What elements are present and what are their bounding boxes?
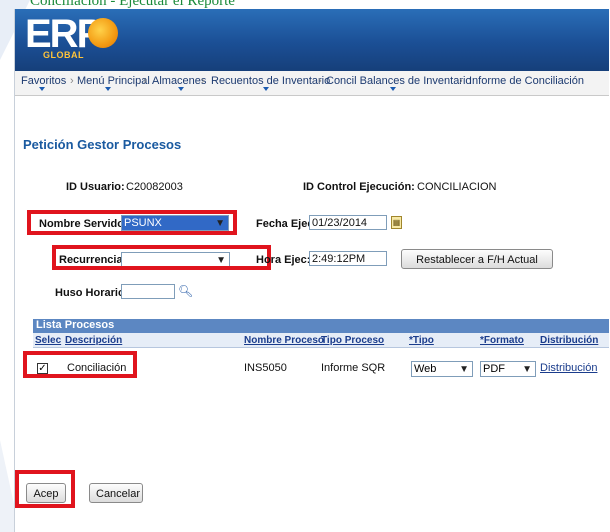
run-date-input[interactable]: 01/23/2014 <box>309 215 387 230</box>
header-banner: ERP GLOBAL <box>15 9 609 71</box>
user-id-value: C20082003 <box>126 181 183 193</box>
col-descripcion[interactable]: Descripción <box>65 335 122 346</box>
highlight-box <box>52 245 271 270</box>
app-window: ERP GLOBAL Favoritos › Menú Principal › … <box>14 9 609 532</box>
process-name: INS5050 <box>244 362 287 374</box>
nav-menu-principal[interactable]: Menú Principal <box>77 75 150 87</box>
globe-icon <box>88 18 118 48</box>
highlight-box <box>15 470 75 508</box>
chevron-down-icon[interactable] <box>178 87 184 91</box>
col-tipo-proceso[interactable]: Tipo Proceso <box>321 335 384 346</box>
highlight-box <box>27 210 237 235</box>
run-control-label: ID Control Ejecución: <box>303 181 415 193</box>
chevron-down-icon[interactable] <box>105 87 111 91</box>
distribution-link[interactable]: Distribución <box>540 362 597 374</box>
run-date-label: Fecha Ejec: <box>256 218 318 230</box>
breadcrumb-nav: Favoritos › Menú Principal › Almacenes ›… <box>15 71 609 96</box>
nav-favoritos[interactable]: Favoritos <box>21 75 66 87</box>
chevron-down-icon[interactable] <box>263 87 269 91</box>
timezone-label: Huso Horario: <box>55 287 129 299</box>
logo-subtitle: GLOBAL <box>43 50 84 60</box>
search-icon[interactable]: 🔍︎ <box>178 284 193 298</box>
run-control-value: CONCILIACION <box>417 181 497 193</box>
nav-separator: › <box>459 75 463 87</box>
nav-informe[interactable]: Informe de Conciliación <box>469 75 584 87</box>
calendar-icon[interactable]: ▦ <box>391 216 402 229</box>
reset-datetime-button[interactable]: Restablecer a F/H Actual <box>401 249 553 269</box>
nav-separator: › <box>143 75 147 87</box>
col-selec[interactable]: Selec <box>35 335 61 346</box>
col-tipo[interactable]: *Tipo <box>409 335 434 346</box>
col-formato[interactable]: *Formato <box>480 335 524 346</box>
nav-concil-balances[interactable]: Concil Balances de Inventario <box>326 75 472 87</box>
chevron-down-icon[interactable] <box>390 87 396 91</box>
run-time-label: Hora Ejec: <box>256 254 311 266</box>
format-select[interactable]: PDF ▼ <box>480 361 536 377</box>
cancel-button[interactable]: Cancelar <box>89 483 143 503</box>
type-select[interactable]: Web ▼ <box>411 361 473 377</box>
col-distribucion[interactable]: Distribución <box>540 335 598 346</box>
format-select-value: PDF <box>483 363 505 375</box>
user-id-label: ID Usuario: <box>66 181 125 193</box>
chevron-down-icon: ▼ <box>522 364 532 375</box>
type-select-value: Web <box>414 363 437 375</box>
nav-separator: › <box>70 75 74 87</box>
chevron-down-icon: ▼ <box>459 364 469 375</box>
nav-recuentos[interactable]: Recuentos de Inventario <box>211 75 330 87</box>
col-nombre-proceso[interactable]: Nombre Proceso <box>244 335 324 346</box>
highlight-box <box>23 351 137 378</box>
process-type: Informe SQR <box>321 362 386 374</box>
nav-almacenes[interactable]: Almacenes <box>152 75 206 87</box>
nav-separator: › <box>201 75 205 87</box>
chevron-down-icon[interactable] <box>39 87 45 91</box>
run-time-input[interactable]: 2:49:12PM <box>309 251 387 266</box>
nav-separator: › <box>318 75 322 87</box>
timezone-input[interactable] <box>121 284 175 299</box>
page-title: Petición Gestor Procesos <box>23 137 182 152</box>
